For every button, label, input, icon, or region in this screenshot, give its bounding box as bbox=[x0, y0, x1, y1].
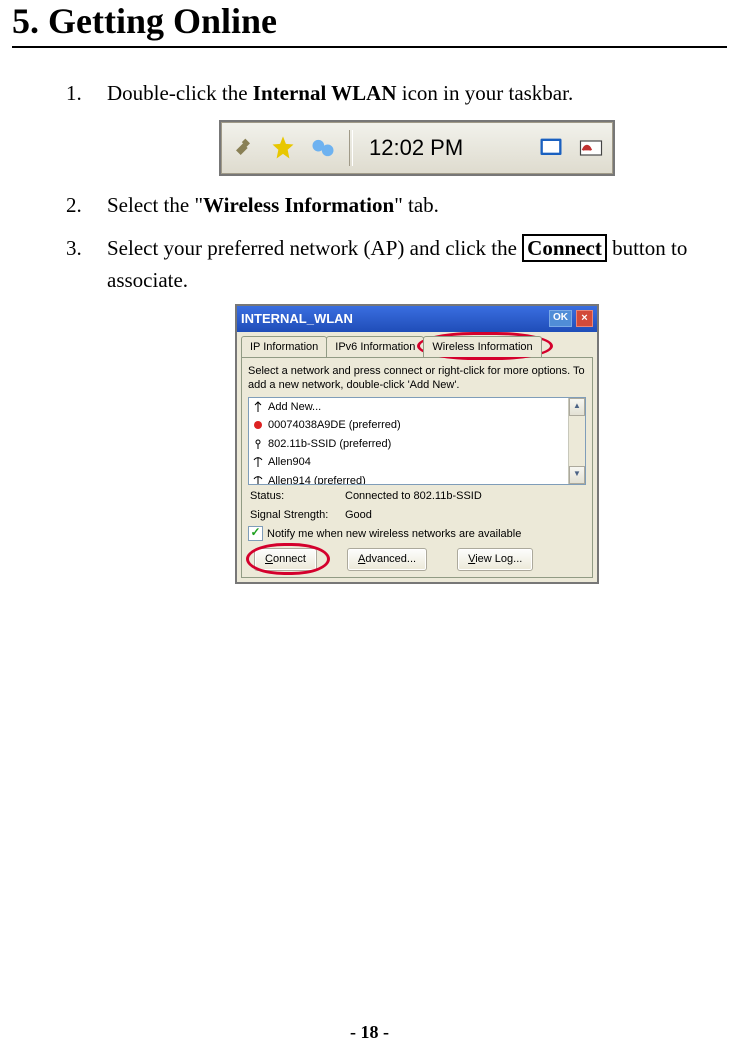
list-scrollbar[interactable]: ▲ ▼ bbox=[568, 398, 585, 484]
list-item[interactable]: 802.11b-SSID (preferred) bbox=[249, 435, 585, 454]
tab-wireless-information[interactable]: Wireless Information bbox=[423, 336, 541, 358]
list-item-label: Add New... bbox=[268, 399, 321, 416]
panel-instructions: Select a network and press connect or ri… bbox=[248, 364, 586, 393]
viewlog-accel: V bbox=[468, 553, 475, 565]
instruction-list: Double-click the Internal WLAN icon in y… bbox=[12, 78, 727, 584]
tab-ipv6-information[interactable]: IPv6 Information bbox=[326, 336, 424, 358]
show-desktop-icon[interactable] bbox=[537, 134, 565, 162]
status-value: Connected to 802.11b-SSID bbox=[345, 488, 482, 505]
scroll-down-button[interactable]: ▼ bbox=[569, 466, 585, 484]
list-item[interactable]: Allen914 (preferred) bbox=[249, 472, 585, 485]
taskbar-separator bbox=[349, 130, 353, 166]
network-list[interactable]: Add New... 00074038A9DE (preferred) 802.… bbox=[248, 397, 586, 485]
connect-accel: C bbox=[265, 553, 273, 565]
close-button[interactable]: × bbox=[576, 310, 593, 327]
step-2-prefix: Select the " bbox=[107, 193, 203, 217]
wlan-titlebar: INTERNAL_WLAN OK × bbox=[237, 306, 597, 332]
step-1: Double-click the Internal WLAN icon in y… bbox=[87, 78, 727, 176]
open-network-icon bbox=[252, 438, 264, 450]
scroll-up-button[interactable]: ▲ bbox=[569, 398, 585, 416]
advanced-button[interactable]: Advanced... bbox=[347, 548, 427, 571]
network-icon bbox=[252, 475, 264, 485]
step-1-suffix: icon in your taskbar. bbox=[397, 81, 574, 105]
step-3-box: Connect bbox=[522, 234, 607, 262]
notify-label: Notify me when new wireless networks are… bbox=[267, 526, 521, 543]
star-icon bbox=[269, 134, 297, 162]
input-panel-icon[interactable] bbox=[577, 134, 605, 162]
step-2-suffix: " tab. bbox=[394, 193, 439, 217]
notify-checkbox[interactable]: ✓ bbox=[248, 526, 263, 541]
plug-icon bbox=[229, 134, 257, 162]
signal-label: Signal Strength: bbox=[250, 507, 345, 524]
antenna-icon bbox=[252, 401, 264, 413]
network-icon[interactable] bbox=[309, 134, 337, 162]
step-1-prefix: Double-click the bbox=[107, 81, 253, 105]
list-item-label: Allen904 bbox=[268, 454, 311, 471]
taskbar-mock: 12:02 PM bbox=[219, 120, 615, 176]
wlan-title-text: INTERNAL_WLAN bbox=[241, 309, 353, 329]
ok-button[interactable]: OK bbox=[549, 310, 572, 327]
advanced-accel: A bbox=[358, 553, 365, 565]
view-log-button[interactable]: View Log... bbox=[457, 548, 533, 571]
list-item-label: 802.11b-SSID (preferred) bbox=[268, 436, 391, 453]
list-item[interactable]: Allen904 bbox=[249, 453, 585, 472]
network-icon bbox=[252, 456, 264, 468]
tab-ip-information[interactable]: IP Information bbox=[241, 336, 327, 358]
tab-panel: Select a network and press connect or ri… bbox=[241, 357, 593, 578]
tab-bar: IP Information IPv6 Information Wireless… bbox=[237, 332, 597, 358]
list-item-add-new[interactable]: Add New... bbox=[249, 398, 585, 417]
signal-value: Good bbox=[345, 507, 372, 524]
wlan-window: INTERNAL_WLAN OK × IP Information IPv6 I… bbox=[235, 304, 599, 584]
status-label: Status: bbox=[250, 488, 345, 505]
list-item-label: Allen914 (preferred) bbox=[268, 473, 366, 485]
step-3-prefix: Select your preferred network (AP) and c… bbox=[107, 236, 522, 260]
list-item[interactable]: 00074038A9DE (preferred) bbox=[249, 416, 585, 435]
secure-network-icon bbox=[252, 419, 264, 431]
page-title: 5. Getting Online bbox=[12, 0, 727, 42]
taskbar-time: 12:02 PM bbox=[365, 131, 525, 164]
page-number: - 18 - bbox=[0, 1022, 739, 1043]
step-1-bold: Internal WLAN bbox=[253, 81, 397, 105]
step-2-bold: Wireless Information bbox=[203, 193, 394, 217]
step-2: Select the "Wireless Information" tab. bbox=[87, 190, 727, 222]
list-item-label: 00074038A9DE (preferred) bbox=[268, 417, 401, 434]
connect-button[interactable]: CConnectonnect bbox=[254, 548, 317, 571]
title-rule bbox=[12, 46, 727, 48]
step-3: Select your preferred network (AP) and c… bbox=[87, 233, 727, 584]
